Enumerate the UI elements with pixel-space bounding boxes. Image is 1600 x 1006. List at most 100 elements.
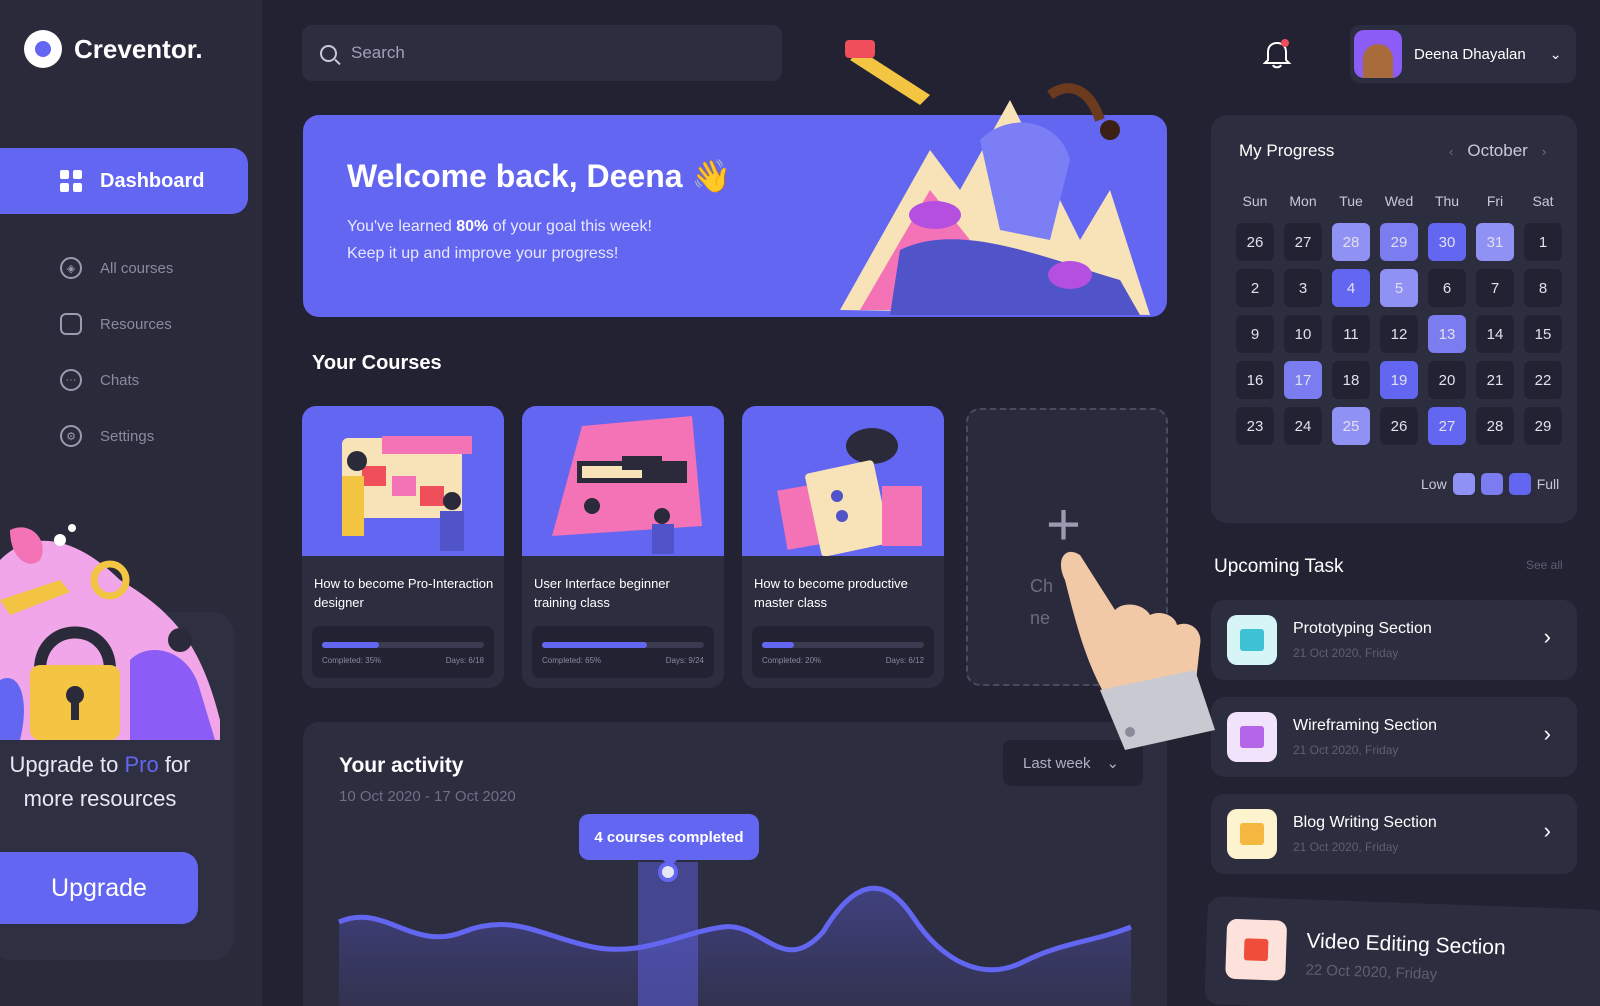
- sidebar-item-dashboard[interactable]: Dashboard: [0, 148, 248, 214]
- task-item-featured[interactable]: Video Editing Section 22 Oct 2020, Frida…: [1204, 896, 1600, 1006]
- chevron-right-icon: ›: [1543, 721, 1551, 746]
- calendar-day[interactable]: 29: [1524, 407, 1562, 445]
- calendar-day[interactable]: 7: [1476, 269, 1514, 307]
- welcome-subtitle: You've learned 80% of your goal this wee…: [347, 213, 847, 267]
- upgrade-button[interactable]: Upgrade: [0, 852, 198, 924]
- activity-title: Your activity: [339, 754, 464, 777]
- search-input[interactable]: [351, 43, 751, 63]
- user-menu[interactable]: Deena Dhayalan ⌄: [1350, 25, 1576, 83]
- video-icon: [1225, 918, 1288, 981]
- progress-legend: Low Full: [1421, 473, 1559, 495]
- chevron-right-icon[interactable]: ›: [1542, 144, 1546, 159]
- progress-track: [322, 642, 484, 648]
- avatar: [1354, 30, 1402, 78]
- gear-icon: ⚙: [60, 425, 82, 447]
- calendar-day[interactable]: 22: [1524, 361, 1562, 399]
- weekday-label: Thu: [1434, 193, 1460, 209]
- calendar-day[interactable]: 4: [1332, 269, 1370, 307]
- month-label: October: [1467, 141, 1528, 160]
- search-bar[interactable]: [302, 25, 782, 81]
- calendar-day[interactable]: 25: [1332, 407, 1370, 445]
- sidebar-item-label: Settings: [100, 427, 155, 445]
- calendar-day[interactable]: 14: [1476, 315, 1514, 353]
- see-all-link[interactable]: See all: [1526, 558, 1563, 572]
- calendar-day[interactable]: 11: [1332, 315, 1370, 353]
- completed-label: Completed: 65%: [542, 656, 602, 665]
- calendar-day[interactable]: 26: [1380, 407, 1418, 445]
- course-progress: Completed: 65% Days: 9/24: [532, 626, 714, 678]
- calendar-day[interactable]: 15: [1524, 315, 1562, 353]
- chevron-down-icon: ⌄: [1106, 755, 1120, 772]
- sidebar-item-settings[interactable]: ⚙ Settings: [60, 408, 173, 464]
- compass-icon: ◈: [60, 257, 82, 279]
- calendar-day[interactable]: 13: [1428, 315, 1466, 353]
- course-illustration: [522, 406, 724, 556]
- wireframe-icon: [1227, 712, 1277, 762]
- course-illustration: [302, 406, 504, 556]
- progress-track: [542, 642, 704, 648]
- calendar-day[interactable]: 8: [1524, 269, 1562, 307]
- course-title: How to become productive master class: [754, 576, 908, 610]
- legend-swatch: [1480, 473, 1503, 495]
- calendar-day[interactable]: 26: [1236, 223, 1274, 261]
- calendar-day[interactable]: 27: [1428, 407, 1466, 445]
- calendar-day[interactable]: 27: [1284, 223, 1322, 261]
- weekday-label: Fri: [1486, 193, 1504, 209]
- folder-icon: [60, 313, 82, 335]
- calendar-day[interactable]: 21: [1476, 361, 1514, 399]
- calendar-day[interactable]: 24: [1284, 407, 1322, 445]
- padlock-illustration: [0, 524, 220, 740]
- course-card[interactable]: How to become productive master class Co…: [742, 406, 944, 688]
- sidebar-item-chats[interactable]: ··· Chats: [60, 352, 173, 408]
- layout-icon: [1227, 615, 1277, 665]
- progress-fill: [542, 642, 648, 648]
- calendar-day[interactable]: 1: [1524, 223, 1562, 261]
- calendar-day[interactable]: 30: [1428, 223, 1466, 261]
- completed-label: Completed: 20%: [762, 656, 822, 665]
- user-name: Deena Dhayalan: [1414, 45, 1526, 63]
- sidebar-item-all-courses[interactable]: ◈ All courses: [60, 240, 173, 296]
- search-icon: [320, 44, 337, 62]
- logo-icon: [24, 30, 62, 68]
- bell-icon[interactable]: [1262, 38, 1292, 70]
- chevron-left-icon[interactable]: ‹: [1449, 144, 1453, 159]
- task-name: Blog Writing Section: [1293, 814, 1437, 831]
- calendar-day[interactable]: 10: [1284, 315, 1322, 353]
- month-switcher: ‹ October ›: [1449, 141, 1546, 161]
- calendar-day[interactable]: 28: [1332, 223, 1370, 261]
- progress-fill: [322, 642, 379, 648]
- calendar-day[interactable]: 17: [1284, 361, 1322, 399]
- course-progress: Completed: 20% Days: 6/12: [752, 626, 934, 678]
- calendar-day[interactable]: 5: [1380, 269, 1418, 307]
- calendar-day[interactable]: 18: [1332, 361, 1370, 399]
- calendar-day[interactable]: 28: [1476, 407, 1514, 445]
- weekday-label: Sun: [1242, 193, 1268, 209]
- task-date: 21 Oct 2020, Friday: [1293, 840, 1399, 854]
- course-card[interactable]: How to become Pro-Interaction designer C…: [302, 406, 504, 688]
- welcome-line1-start: You've learned: [347, 218, 457, 235]
- calendar-day[interactable]: 2: [1236, 269, 1274, 307]
- logo[interactable]: Creventor.: [24, 30, 203, 68]
- calendar-day[interactable]: 3: [1284, 269, 1322, 307]
- calendar-day[interactable]: 31: [1476, 223, 1514, 261]
- calendar-day[interactable]: 6: [1428, 269, 1466, 307]
- task-item[interactable]: Wireframing Section 21 Oct 2020, Friday …: [1211, 697, 1577, 777]
- calendar-day[interactable]: 19: [1380, 361, 1418, 399]
- task-item[interactable]: Blog Writing Section 21 Oct 2020, Friday…: [1211, 794, 1577, 874]
- course-card[interactable]: User Interface beginner training class C…: [522, 406, 724, 688]
- calendar-day[interactable]: 23: [1236, 407, 1274, 445]
- calendar-day[interactable]: 12: [1380, 315, 1418, 353]
- sidebar-item-resources[interactable]: Resources: [60, 296, 173, 352]
- chevron-right-icon: ›: [1543, 624, 1551, 649]
- task-name: Wireframing Section: [1293, 717, 1438, 734]
- period-select-value: Last week: [1023, 754, 1091, 772]
- calendar-day[interactable]: 29: [1380, 223, 1418, 261]
- task-item[interactable]: Prototyping Section 21 Oct 2020, Friday …: [1211, 600, 1577, 680]
- legend-low-label: Low: [1421, 476, 1447, 492]
- task-name: Prototyping Section: [1293, 620, 1432, 637]
- calendar-day[interactable]: 16: [1236, 361, 1274, 399]
- calendar-day[interactable]: 20: [1428, 361, 1466, 399]
- welcome-title-text: Welcome back, Deena: [347, 158, 683, 194]
- calendar-day[interactable]: 9: [1236, 315, 1274, 353]
- pointing-hand-illustration: [1060, 551, 1215, 750]
